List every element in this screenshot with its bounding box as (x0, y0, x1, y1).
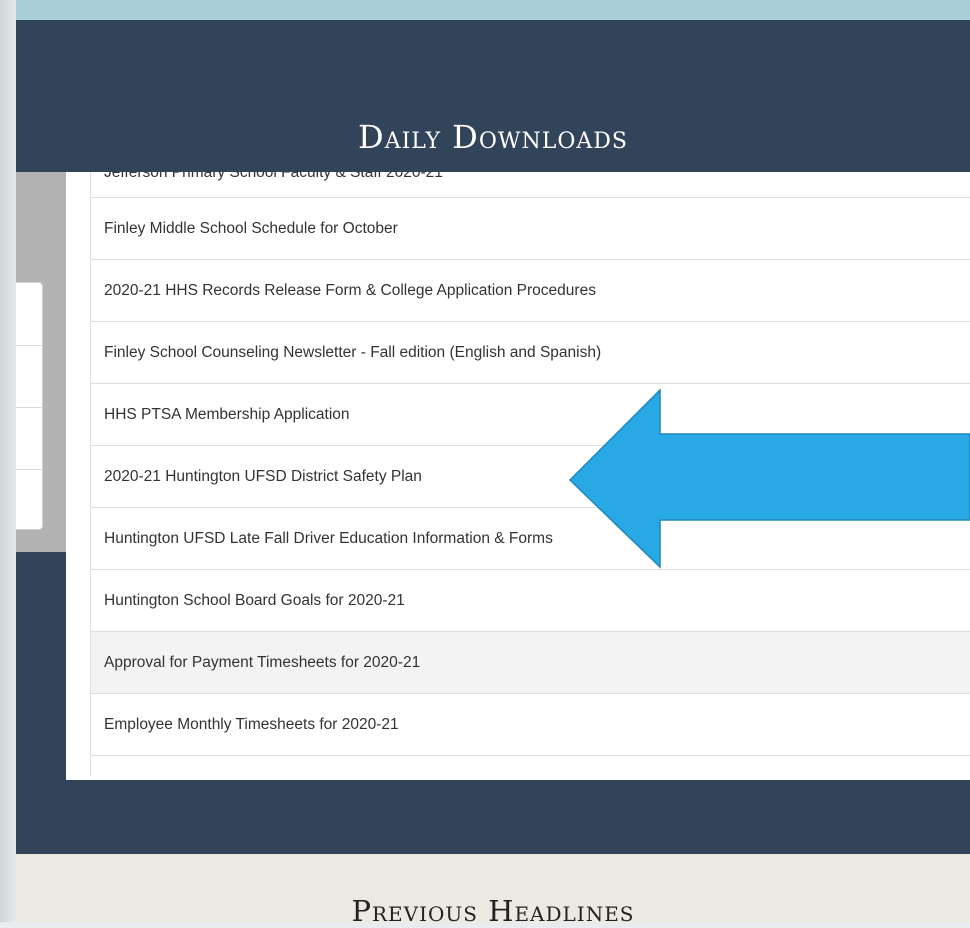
downloads-list: Jefferson Primary School Faculty & Staff… (90, 140, 970, 776)
download-link-finley-schedule-october[interactable]: Finley Middle School Schedule for Octobe… (91, 198, 970, 260)
section-title: Daily Downloads (358, 118, 628, 156)
download-link-driver-education[interactable]: Huntington UFSD Late Fall Driver Educati… (91, 508, 970, 570)
download-link-school-board-goals[interactable]: Huntington School Board Goals for 2020-2… (91, 570, 970, 632)
download-link-hhs-ptsa-membership[interactable]: HHS PTSA Membership Application (91, 384, 970, 446)
previous-headlines-section: Previous Headlines (16, 854, 970, 928)
section-header: Daily Downloads (16, 20, 970, 172)
download-link-hhs-records-release[interactable]: 2020-21 HHS Records Release Form & Colle… (91, 260, 970, 322)
list-spacer (91, 756, 970, 776)
left-sidebar-list (16, 282, 43, 530)
download-link-approval-payment-timesheets[interactable]: Approval for Payment Timesheets for 2020… (91, 632, 970, 694)
left-sidebar-divider (16, 345, 42, 346)
download-link-district-safety-plan[interactable]: 2020-21 Huntington UFSD District Safety … (91, 446, 970, 508)
slide-edge (0, 0, 16, 922)
download-link-finley-counseling-newsletter[interactable]: Finley School Counseling Newsletter - Fa… (91, 322, 970, 384)
left-sidebar-divider (16, 407, 42, 408)
previous-headlines-title: Previous Headlines (351, 894, 635, 928)
left-sidebar-divider (16, 469, 42, 470)
top-strip (16, 0, 970, 20)
download-link-employee-monthly-timesheets[interactable]: Employee Monthly Timesheets for 2020-21 (91, 694, 970, 756)
